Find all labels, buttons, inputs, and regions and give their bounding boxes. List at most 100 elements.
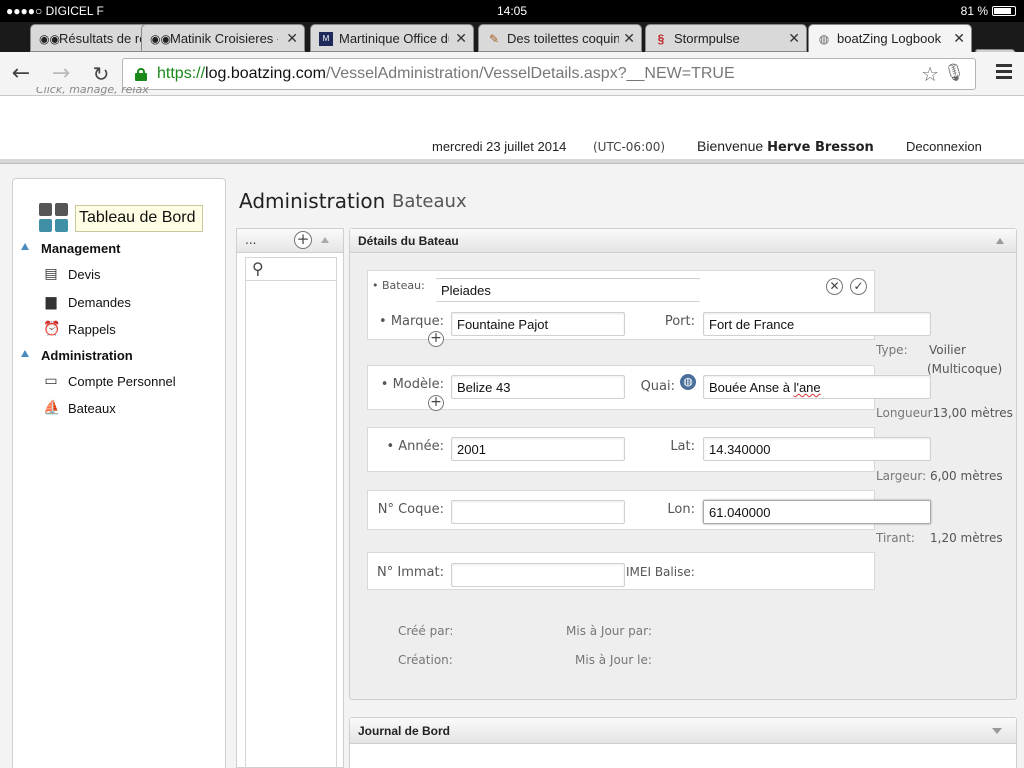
close-tab-icon[interactable]: ✕ xyxy=(788,30,800,47)
browser-tab-1[interactable]: ◉◉ Résultats de re xyxy=(30,24,154,52)
close-tab-icon[interactable]: ✕ xyxy=(953,30,965,47)
forward-arrow-icon[interactable]: → xyxy=(48,61,74,87)
type-value: Voilier xyxy=(929,343,966,357)
logbook-title: Journal de Bord xyxy=(358,724,451,738)
browser-tab-5[interactable]: § Stormpulse ✕ xyxy=(645,24,807,52)
imei-label: IMEI Balise: xyxy=(626,565,695,579)
timezone: (UTC-06:00) xyxy=(593,140,666,154)
created-by-label: Créé par: xyxy=(398,624,454,638)
tab-title: Martinique Office du xyxy=(339,31,449,46)
url-host: log.boatzing.com xyxy=(205,65,326,82)
quai-text: Bouée Anse à xyxy=(709,380,794,395)
sidebar-item-demandes[interactable]: Demandes xyxy=(68,295,131,310)
sidebar-item-compte-personnel[interactable]: Compte Personnel xyxy=(68,374,176,389)
menu-icon[interactable] xyxy=(996,64,1012,80)
lon-label: Lon: xyxy=(667,502,695,517)
url-scheme: https:// xyxy=(157,65,206,82)
current-date: mercredi 23 juillet 2014 xyxy=(432,139,567,154)
bateau-name-input[interactable]: Pleiades xyxy=(436,278,700,302)
reload-icon[interactable]: ↻ xyxy=(88,61,114,87)
browser-tab-4[interactable]: ✎ Des toilettes coquine ✕ xyxy=(478,24,642,52)
draft-value: 1,20 mètres xyxy=(930,531,1003,545)
draft-value-text: 1,20 mètres xyxy=(930,531,1003,545)
browser-tab-active[interactable]: ◍ boatZing Logbook ✕ xyxy=(808,24,972,52)
close-tab-icon[interactable]: ✕ xyxy=(623,30,635,47)
port-label: Port: xyxy=(664,314,695,329)
modele-input[interactable]: Belize 43 xyxy=(451,375,625,399)
section-collapse-icon[interactable] xyxy=(21,243,29,250)
width-label: Largeur: xyxy=(876,469,927,483)
stormpulse-icon: § xyxy=(657,32,665,46)
browser-tab-3[interactable]: M Martinique Office du ✕ xyxy=(310,24,474,52)
updated-on-label: Mis à Jour le: xyxy=(575,653,652,667)
collapse-list-icon[interactable] xyxy=(321,237,329,243)
creation-label: Création: xyxy=(398,653,453,667)
sidebar-item-devis[interactable]: Devis xyxy=(68,267,101,282)
logout-link[interactable]: Deconnexion xyxy=(906,139,982,154)
width-info: Largeur: 6,00 mètres xyxy=(876,469,1003,483)
add-model-icon[interactable]: + xyxy=(428,395,444,411)
pencil-icon: ✎ xyxy=(488,32,500,46)
page-title: Administration xyxy=(239,189,386,213)
add-boat-icon[interactable]: + xyxy=(294,231,312,249)
longitude-input[interactable]: 61.040000 xyxy=(703,500,931,524)
status-bar: ●●●●○ DIGICEL F 14:05 81 % xyxy=(0,0,1024,22)
save-check-icon[interactable]: ✓ xyxy=(850,278,867,295)
tab-title: Matinik Croisieres - xyxy=(170,31,278,46)
updated-by-label: Mis à Jour par: xyxy=(566,624,652,638)
port-input[interactable]: Fort de France xyxy=(703,312,931,336)
section-collapse-icon[interactable] xyxy=(21,350,29,357)
close-tab-icon[interactable]: ✕ xyxy=(455,30,467,47)
lat-label: Lat: xyxy=(670,439,695,454)
details-title: Détails du Bateau xyxy=(358,234,459,248)
back-arrow-icon[interactable]: ← xyxy=(8,61,34,87)
marque-input[interactable]: Fountaine Pajot xyxy=(451,312,625,336)
latitude-input[interactable]: 14.340000 xyxy=(703,437,931,461)
address-bar[interactable]: https://log.boatzing.com/VesselAdministr… xyxy=(122,58,976,90)
tripadvisor-owl-icon: ◉◉ xyxy=(150,32,171,46)
search-icon[interactable]: ⚲ xyxy=(252,259,264,278)
url-path: /VesselAdministration/VesselDetails.aspx… xyxy=(326,65,735,82)
coque-label: N° Coque: xyxy=(377,502,444,517)
sidebar-section-administration[interactable]: Administration xyxy=(41,348,133,363)
width-value: 6,00 mètres xyxy=(929,469,1003,483)
draft-label: Tirant: xyxy=(876,531,915,545)
sidebar-item-rappels[interactable]: Rappels xyxy=(68,322,116,337)
bookmark-star-icon[interactable]: ☆ xyxy=(921,62,939,87)
type-label: Type: xyxy=(876,343,908,357)
battery-indicator: 81 % xyxy=(961,4,1016,18)
quai-misspelled-word: l'ane xyxy=(793,380,821,395)
tab-title: boatZing Logbook xyxy=(837,31,942,46)
welcome-label: Bienvenue xyxy=(697,138,764,154)
globe-map-icon[interactable]: ◍ xyxy=(680,374,696,390)
type-value-text: Voilier xyxy=(929,343,966,357)
quai-input[interactable]: Bouée Anse à l'ane xyxy=(703,375,931,399)
expand-logbook-icon[interactable] xyxy=(992,728,1002,734)
microphone-icon[interactable]: 🎙 xyxy=(943,63,965,83)
boat-list-panel: ... + ⚲ xyxy=(236,228,344,768)
logbook-header[interactable]: Journal de Bord xyxy=(350,718,1016,744)
browser-toolbar: ← → ↻ https://log.boatzing.com/VesselAdm… xyxy=(0,52,1024,96)
list-search-box[interactable]: ⚲ xyxy=(245,257,337,281)
tab-title: Des toilettes coquine xyxy=(507,31,619,46)
annee-input[interactable]: 2001 xyxy=(451,437,625,461)
quai-label: Quai: xyxy=(640,379,675,394)
details-header: Détails du Bateau xyxy=(350,229,1016,253)
modele-label: • Modèle: xyxy=(380,377,444,392)
alarm-clock-icon: ⏰ xyxy=(43,321,61,337)
length-info: Longueur13,00 mètres xyxy=(876,406,1013,420)
browser-tab-2[interactable]: ◉◉ Matinik Croisieres - ✕ xyxy=(141,24,305,52)
cancel-icon[interactable]: ✕ xyxy=(826,278,843,295)
logbook-panel: Journal de Bord xyxy=(349,717,1017,768)
dashboard-button[interactable]: Tableau de Bord xyxy=(75,205,203,232)
dashboard-grid-icon[interactable] xyxy=(39,203,69,233)
sidebar-section-management[interactable]: Management xyxy=(41,241,120,256)
close-tab-icon[interactable]: ✕ xyxy=(286,30,298,47)
sidebar-item-bateaux[interactable]: Bateaux xyxy=(68,401,116,416)
bateau-label: • Bateau: xyxy=(372,279,425,291)
hull-number-input[interactable] xyxy=(451,500,625,524)
boat-list[interactable] xyxy=(245,281,337,768)
add-brand-icon[interactable]: + xyxy=(428,331,444,347)
registration-input[interactable] xyxy=(451,563,625,587)
collapse-details-icon[interactable] xyxy=(996,238,1004,244)
